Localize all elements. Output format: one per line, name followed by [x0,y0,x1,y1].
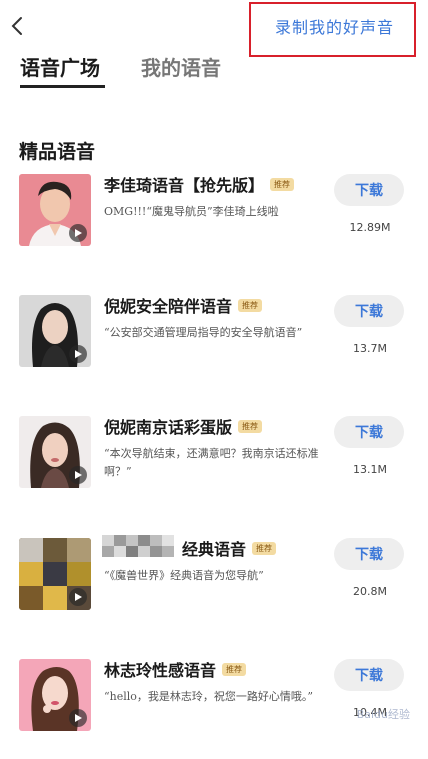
recommend-badge: 推荐 [238,420,263,433]
download-button[interactable]: 下载 [334,416,404,448]
blurred-mosaic [102,535,180,557]
tab-voice-square[interactable]: 语音广场 [20,52,100,81]
file-size: 13.7M [353,342,387,355]
voice-title: 倪妮安全陪伴语音 推荐 [104,293,263,317]
voice-title: 倪妮南京话彩蛋版 推荐 [104,414,263,438]
voice-title: 林志玲性感语音 推荐 [104,657,247,681]
play-icon[interactable] [69,466,87,484]
download-button[interactable]: 下载 [334,659,404,691]
list-item[interactable]: 倪妮安全陪伴语音 推荐 “公安部交通管理局指导的安全导航语音” 下载 13.7M [0,295,428,395]
watermark: Baidu经验 [356,708,410,721]
recommend-badge: 推荐 [238,299,263,312]
active-tab-indicator [20,85,105,88]
voice-title: 经典语音 推荐 [182,536,277,560]
voice-description: OMG!!!“魔鬼导航员”李佳琦上线啦 [104,205,279,218]
list-item[interactable]: 李佳琦语音【抢先版】 推荐 OMG!!!“魔鬼导航员”李佳琦上线啦 下载 12.8… [0,174,428,274]
file-size: 20.8M [353,585,387,598]
voice-thumbnail[interactable] [19,416,91,488]
voice-description: “本次导航结束，还满意吧？我南京话还标准啊？” [104,447,319,478]
voice-description: “《魔兽世界》经典语音为您导航” [104,569,264,582]
voice-description: “hello，我是林志玲，祝您一路好心情哦。” [104,690,313,703]
download-button[interactable]: 下载 [334,538,404,570]
recommend-badge: 推荐 [222,663,247,676]
file-size: 13.1M [353,463,387,476]
back-button[interactable] [4,12,32,40]
voice-thumbnail[interactable] [19,538,91,610]
voice-title: 李佳琦语音【抢先版】 推荐 [104,172,295,196]
section-title: 精品语音 [19,141,96,163]
record-voice-link[interactable]: 录制我的好声音 [275,14,394,38]
voice-thumbnail[interactable] [19,295,91,367]
play-icon[interactable] [69,345,87,363]
recommend-badge: 推荐 [252,542,277,555]
download-button[interactable]: 下载 [334,295,404,327]
list-item[interactable]: 经典语音 推荐 “《魔兽世界》经典语音为您导航” 下载 20.8M [0,535,428,638]
play-icon[interactable] [69,588,87,606]
play-icon[interactable] [69,709,87,727]
recommend-badge: 推荐 [270,178,295,191]
file-size: 12.89M [349,221,391,234]
list-item[interactable]: 倪妮南京话彩蛋版 推荐 “本次导航结束，还满意吧？我南京话还标准啊？” 下载 13… [0,416,428,516]
voice-thumbnail[interactable] [19,174,91,246]
chevron-left-icon [11,17,22,35]
play-icon[interactable] [69,224,87,242]
voice-description: “公安部交通管理局指导的安全导航语音” [104,326,303,339]
tab-my-voice[interactable]: 我的语音 [141,52,221,81]
voice-thumbnail[interactable] [19,659,91,731]
download-button[interactable]: 下载 [334,174,404,206]
